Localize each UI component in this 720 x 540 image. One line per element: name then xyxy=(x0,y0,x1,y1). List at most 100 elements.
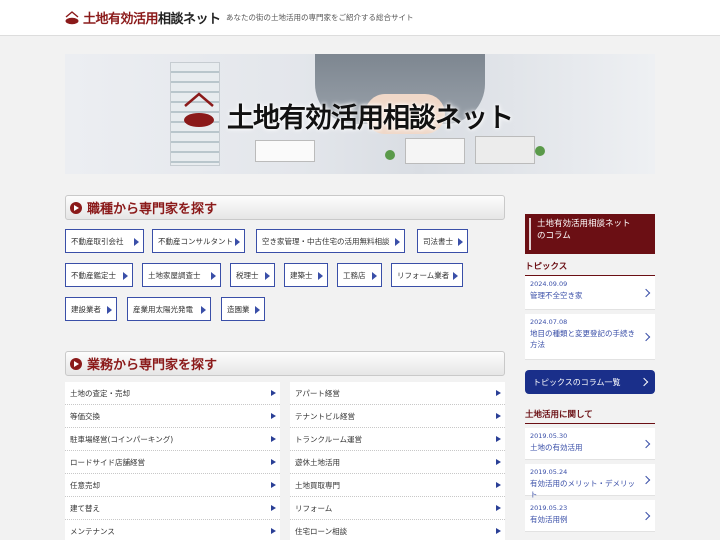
arrow-right-icon xyxy=(271,482,276,488)
occupation-tag[interactable]: リフォーム業者 xyxy=(391,263,463,287)
play-bullet-icon xyxy=(70,201,82,214)
topics-title: トピックス xyxy=(525,260,655,276)
business-item-label: リフォーム xyxy=(295,503,333,513)
occupation-tag[interactable]: 造園業 xyxy=(221,297,265,321)
topics-column-list-button[interactable]: トピックスのコラム一覧 xyxy=(525,370,655,394)
business-item[interactable]: 土地買取専門 xyxy=(290,474,505,497)
hero-logo-mark-icon xyxy=(184,92,214,127)
arrow-right-icon xyxy=(496,459,501,465)
chevron-right-icon xyxy=(641,511,651,520)
business-item[interactable]: 等価交換 xyxy=(65,405,280,428)
chevron-right-icon xyxy=(641,332,651,341)
section-title: 業務から専門家を探す xyxy=(87,358,218,373)
business-item[interactable]: 任意売却 xyxy=(65,474,280,497)
arrow-right-icon xyxy=(496,482,501,488)
arrow-right-icon xyxy=(271,528,276,534)
arrow-right-icon xyxy=(201,306,206,314)
land-item[interactable]: 2019.05.23 有効活用例 xyxy=(525,500,655,532)
arrow-right-icon xyxy=(496,390,501,396)
site-tagline: あなたの街の土地活用の専門家をご紹介する総合サイト xyxy=(226,13,414,22)
occupation-tag[interactable]: 空き家管理・中古住宅の活用無料相談 xyxy=(256,229,405,253)
chevron-right-icon xyxy=(639,377,649,387)
occupation-tag[interactable]: 不動産鑑定士 xyxy=(65,263,133,287)
arrow-right-icon xyxy=(271,436,276,442)
arrow-right-icon xyxy=(255,306,260,314)
land-item-date: 2019.05.23 xyxy=(530,504,568,512)
column-header: 土地有効活用相談ネット のコラム xyxy=(525,214,655,254)
topic-item[interactable]: 2024.07.08 地目の種類と変更登記の手続き方法 xyxy=(525,314,655,360)
chevron-right-icon xyxy=(641,288,651,297)
hero-banner: 土地有効活用相談ネット xyxy=(65,54,655,174)
arrow-right-icon xyxy=(318,272,323,280)
arrow-right-icon xyxy=(265,272,270,280)
business-item[interactable]: 土地の査定・売却 xyxy=(65,382,280,405)
tag-label: 不動産コンサルタント xyxy=(158,236,233,246)
land-item[interactable]: 2019.05.30 土地の有効活用 xyxy=(525,428,655,460)
occupation-tag[interactable]: 産業用太陽光発電 xyxy=(127,297,211,321)
column-header-text: 土地有効活用相談ネット のコラム xyxy=(537,219,631,241)
land-item-title: 有効活用例 xyxy=(530,515,568,524)
business-item[interactable]: リフォーム xyxy=(290,497,505,520)
business-item[interactable]: トランクルーム運営 xyxy=(290,428,505,451)
land-use-title: 土地活用に関して xyxy=(525,408,655,424)
button-label: トピックスのコラム一覧 xyxy=(533,377,621,387)
business-item-label: 土地の査定・売却 xyxy=(70,388,130,398)
hero-house-model-3 xyxy=(475,136,535,164)
play-bullet-icon xyxy=(70,357,82,370)
tag-label: 産業用太陽光発電 xyxy=(133,304,193,314)
arrow-right-icon xyxy=(271,505,276,511)
occupation-tag[interactable]: 土地家屋調査士 xyxy=(142,263,221,287)
arrow-right-icon xyxy=(496,528,501,534)
tag-label: 税理士 xyxy=(236,270,259,280)
occupation-tag[interactable]: 建設業者 xyxy=(65,297,117,321)
arrow-right-icon xyxy=(271,459,276,465)
chevron-right-icon xyxy=(641,439,651,448)
business-item[interactable]: メンテナンス xyxy=(65,520,280,540)
business-item-label: 任意売却 xyxy=(70,480,100,490)
hero-house-model-1 xyxy=(255,140,315,162)
occupation-tag[interactable]: 建築士 xyxy=(284,263,328,287)
arrow-right-icon xyxy=(235,238,240,246)
arrow-right-icon xyxy=(496,413,501,419)
business-item[interactable]: 駐車場経営(コインパーキング) xyxy=(65,428,280,451)
occupation-tag[interactable]: 司法書士 xyxy=(417,229,468,253)
business-item[interactable]: テナントビル経営 xyxy=(290,405,505,428)
land-item[interactable]: 2019.05.24 有効活用のメリット・デメリット xyxy=(525,464,655,499)
tag-label: 工務店 xyxy=(343,270,366,280)
business-item[interactable]: アパート経営 xyxy=(290,382,505,405)
tag-label: 建設業者 xyxy=(71,304,101,314)
site-header: 土地有効活用相談ネット あなたの街の土地活用の専門家をご紹介する総合サイト xyxy=(0,0,720,36)
arrow-right-icon xyxy=(107,306,112,314)
section-heading-occupation: 職種から専門家を探す xyxy=(65,195,505,220)
business-item[interactable]: 住宅ローン相談 xyxy=(290,520,505,540)
business-item[interactable]: ロードサイド店舗経営 xyxy=(65,451,280,474)
topic-title: 管理不全空き家 xyxy=(530,291,583,300)
arrow-right-icon xyxy=(458,238,463,246)
business-item-label: テナントビル経営 xyxy=(295,411,355,421)
arrow-right-icon xyxy=(123,272,128,280)
land-item-title: 有効活用のメリット・デメリット xyxy=(530,479,635,499)
topic-date: 2024.07.08 xyxy=(530,318,568,326)
occupation-tag[interactable]: 工務店 xyxy=(337,263,382,287)
arrow-right-icon xyxy=(372,272,377,280)
land-item-date: 2019.05.30 xyxy=(530,432,568,440)
business-item[interactable]: 遊休土地活用 xyxy=(290,451,505,474)
business-item-label: トランクルーム運営 xyxy=(295,434,363,444)
business-item-label: 駐車場経営(コインパーキング) xyxy=(70,434,174,444)
business-item-label: 住宅ローン相談 xyxy=(295,526,348,536)
occupation-tag[interactable]: 不動産コンサルタント xyxy=(152,229,245,253)
topic-item[interactable]: 2024.09.09 管理不全空き家 xyxy=(525,276,655,310)
section-title: 職種から専門家を探す xyxy=(87,202,218,217)
occupation-tag[interactable]: 不動産取引会社 xyxy=(65,229,144,253)
topic-date: 2024.09.09 xyxy=(530,280,568,288)
logo-text-suffix: 相談ネット xyxy=(158,12,221,27)
business-item[interactable]: 建て替え xyxy=(65,497,280,520)
hero-house-model-2 xyxy=(405,138,465,164)
site-logo[interactable]: 土地有効活用相談ネット xyxy=(64,8,221,27)
business-item-label: メンテナンス xyxy=(70,526,115,536)
tag-label: 司法書士 xyxy=(423,236,453,246)
chevron-right-icon xyxy=(641,475,651,484)
arrow-right-icon xyxy=(134,238,139,246)
arrow-right-icon xyxy=(395,238,400,246)
occupation-tag[interactable]: 税理士 xyxy=(230,263,275,287)
